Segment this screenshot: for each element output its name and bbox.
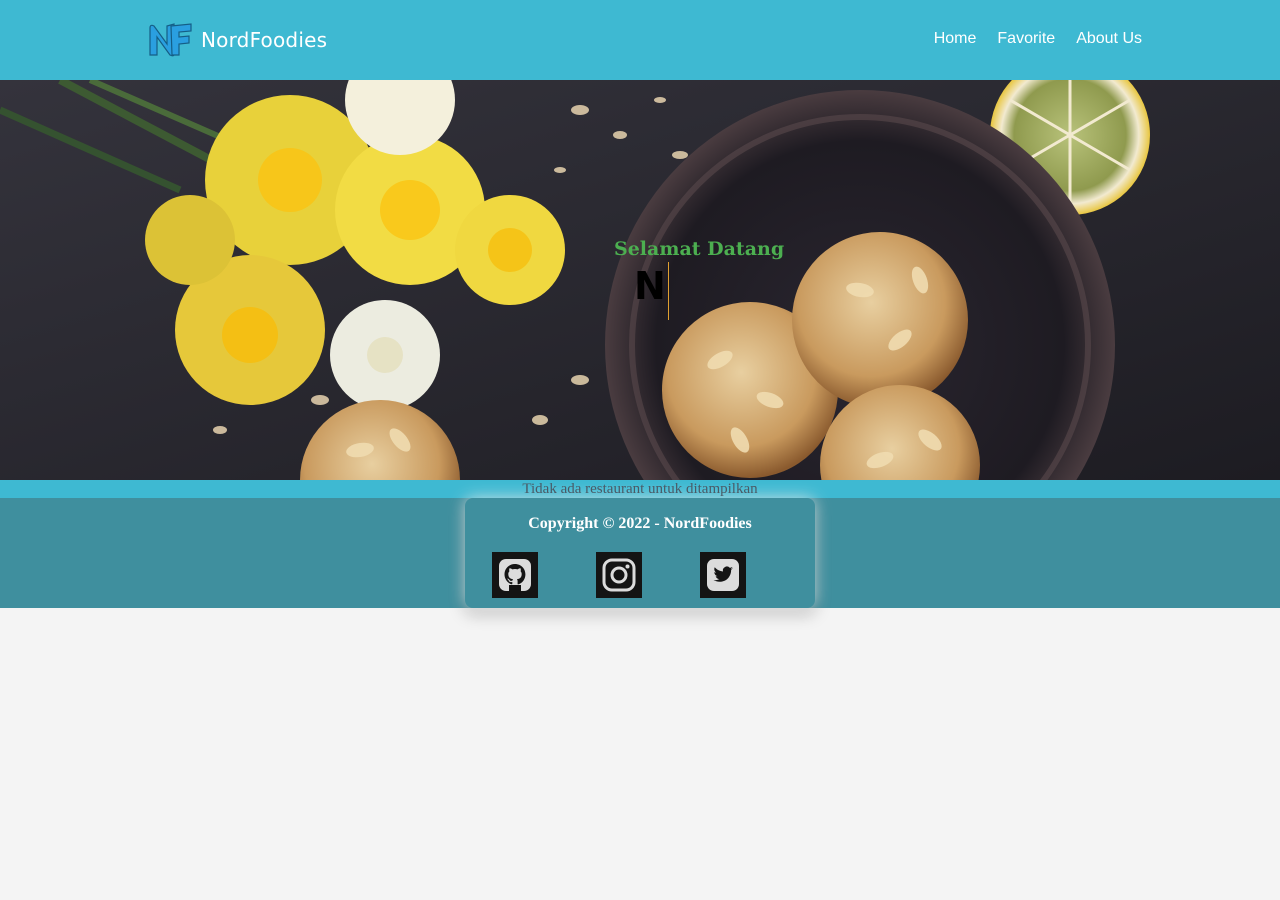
hero-greeting: Selamat Datang xyxy=(614,238,785,260)
typing-caret xyxy=(667,262,669,320)
logo[interactable]: NordFoodies xyxy=(147,22,327,58)
social-links xyxy=(492,552,746,598)
nav-favorite-link[interactable]: Favorite xyxy=(997,28,1055,50)
github-link[interactable] xyxy=(492,552,538,598)
github-icon xyxy=(499,559,531,591)
main-nav: Home Favorite About Us xyxy=(934,28,1142,50)
logo-text: NordFoodies xyxy=(201,28,328,52)
footer-card: Copyright © 2022 - NordFoodies xyxy=(465,498,815,608)
instagram-link[interactable] xyxy=(596,552,642,598)
copyright-brand: NordFoodies xyxy=(663,515,752,532)
hero: Selamat Datang N xyxy=(0,80,1280,480)
typed-text: N xyxy=(634,264,666,308)
instagram-icon xyxy=(602,558,636,592)
empty-restaurant-message: Tidak ada restaurant untuk ditampilkan xyxy=(522,481,758,497)
logo-icon xyxy=(149,23,192,57)
nav-home-link[interactable]: Home xyxy=(934,28,977,50)
twitter-link[interactable] xyxy=(700,552,746,598)
nav-about-us-link[interactable]: About Us xyxy=(1076,28,1142,50)
navbar: NordFoodies Home Favorite About Us xyxy=(0,0,1280,80)
twitter-icon xyxy=(707,559,739,591)
copyright-text: Copyright © 2022 - NordFoodies xyxy=(465,515,815,533)
hero-typed-text: N xyxy=(634,262,669,320)
copyright-prefix: Copyright © 2022 - xyxy=(528,515,664,532)
